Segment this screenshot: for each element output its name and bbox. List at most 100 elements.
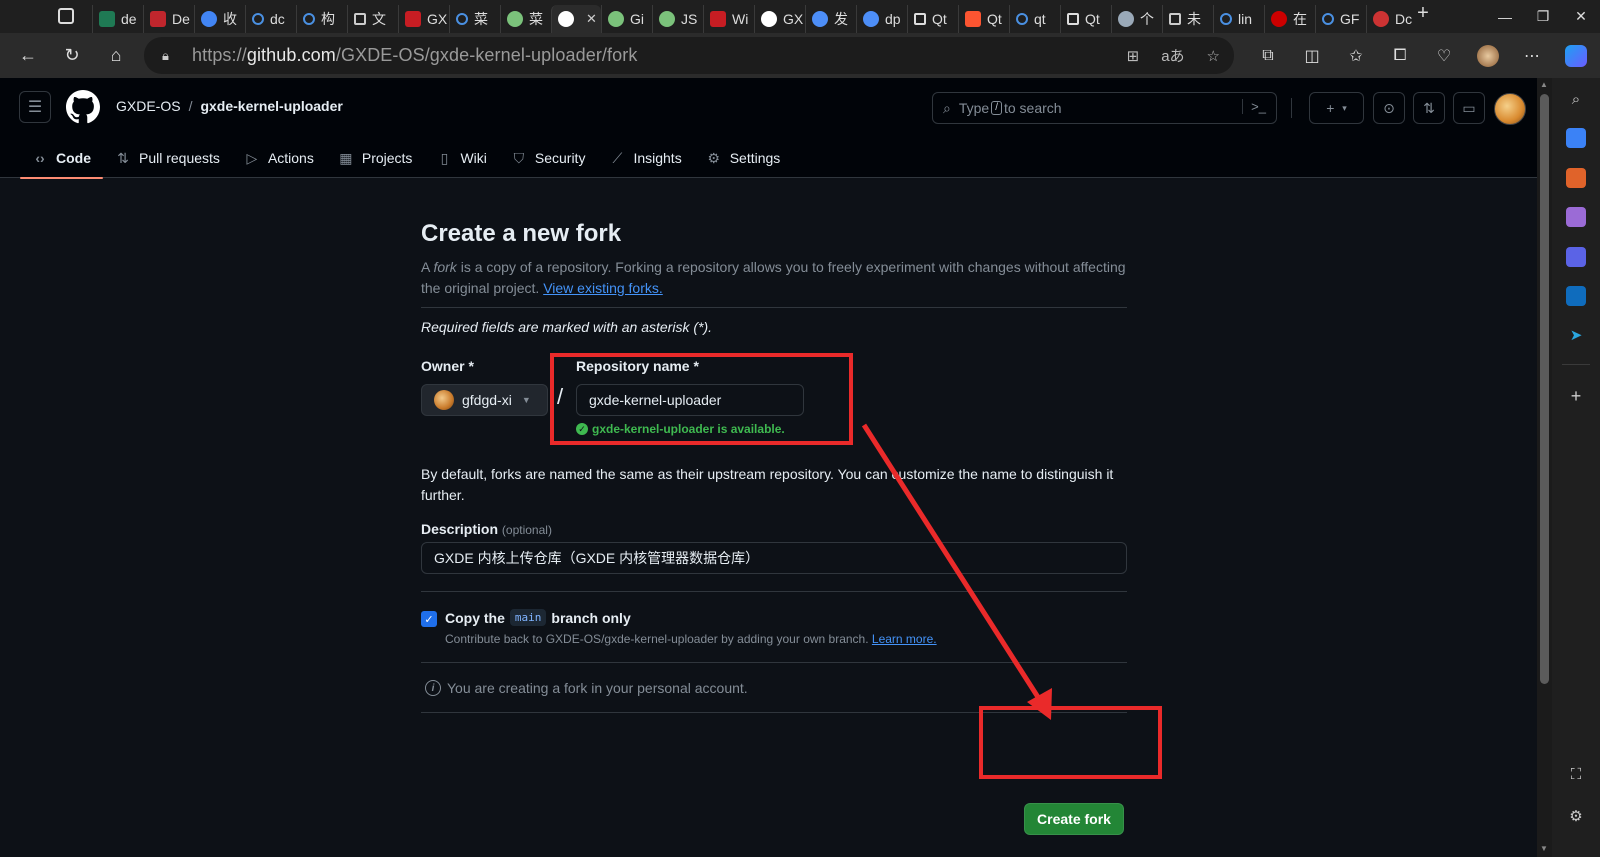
sidebar-outlook-icon[interactable] xyxy=(1566,286,1586,306)
close-tab-icon[interactable]: ✕ xyxy=(586,11,597,27)
browser-tab[interactable]: Gi xyxy=(601,4,652,33)
sidebar-shopping-icon[interactable] xyxy=(1566,128,1586,148)
sidebar-add-icon[interactable]: + xyxy=(1566,386,1586,406)
pull-requests-button[interactable]: ⇅ xyxy=(1413,92,1445,124)
sidebar-search-icon[interactable]: ⌕ xyxy=(1566,89,1586,109)
browser-tab[interactable]: lin xyxy=(1213,4,1264,33)
extensions-icon[interactable]: ⧉ xyxy=(1246,47,1290,65)
page-scrollbar[interactable]: ▲ ▼ xyxy=(1537,78,1552,857)
create-fork-button[interactable]: Create fork xyxy=(1024,803,1124,835)
more-options-icon[interactable]: ⋯ xyxy=(1510,46,1554,66)
tab-label: Wiki xyxy=(460,150,487,166)
browser-tab[interactable]: GF xyxy=(1315,4,1366,33)
collections-icon[interactable]: ⧠ xyxy=(1378,47,1422,65)
learn-more-link[interactable]: Learn more. xyxy=(872,632,937,646)
sidebar-tools-icon[interactable] xyxy=(1566,168,1586,188)
sidebar-telegram-icon[interactable]: ➤ xyxy=(1566,325,1586,345)
address-bar[interactable]: 🔒︎ https://github.com/GXDE-OS/gxde-kerne… xyxy=(144,37,1234,74)
search-icon xyxy=(1220,12,1232,25)
deepseek-icon xyxy=(863,10,879,27)
scroll-down-icon[interactable]: ▼ xyxy=(1540,844,1548,853)
tab-wiki[interactable]: ▯ Wiki xyxy=(424,138,498,178)
browser-tab[interactable]: dc xyxy=(245,4,296,33)
browser-tab[interactable]: 文 xyxy=(347,4,398,33)
browser-tab[interactable]: GX xyxy=(754,4,805,33)
browser-tab[interactable]: Wi xyxy=(703,4,754,33)
scroll-thumb[interactable] xyxy=(1540,94,1549,684)
browser-tab[interactable]: de xyxy=(92,4,143,33)
browser-tab[interactable]: GX xyxy=(398,4,449,33)
browser-tab[interactable]: 未 xyxy=(1162,4,1213,33)
browser-tab[interactable]: De xyxy=(143,4,194,33)
browser-tab[interactable]: dp xyxy=(856,4,907,33)
tab-pull-requests[interactable]: ⇅ Pull requests xyxy=(103,138,232,178)
copilot-icon[interactable] xyxy=(1554,44,1598,67)
sidebar-games-icon[interactable] xyxy=(1566,207,1586,227)
refresh-button[interactable]: ↻ xyxy=(50,37,94,73)
sidebar-copilot-icon[interactable] xyxy=(1566,247,1586,267)
search-input[interactable]: ⌕ Type / to search >_ xyxy=(932,92,1277,124)
back-button[interactable]: ← xyxy=(6,37,50,73)
browser-tab[interactable]: 构 xyxy=(296,4,347,33)
minimize-button[interactable]: — xyxy=(1486,0,1524,33)
workspaces-icon[interactable] xyxy=(58,8,74,24)
close-window-button[interactable]: ✕ xyxy=(1562,0,1600,33)
home-button[interactable]: ⌂ xyxy=(94,37,138,73)
create-new-button[interactable]: + ▾ xyxy=(1309,92,1364,124)
browser-tab[interactable]: Qt xyxy=(907,4,958,33)
new-tab-button[interactable]: + xyxy=(1406,2,1440,25)
browser-tab[interactable]: 发 xyxy=(805,4,856,33)
browser-essentials-icon[interactable]: ♡ xyxy=(1422,46,1466,66)
tab-code[interactable]: ‹› Code xyxy=(20,138,103,179)
tab-label: Security xyxy=(534,150,586,166)
browser-tab[interactable]: Qt xyxy=(958,4,1009,33)
description-input[interactable]: GXDE 内核上传仓库（GXDE 内核管理器数据仓库） xyxy=(421,542,1127,574)
tab-label: Actions xyxy=(267,150,314,166)
browser-tab[interactable]: Qt xyxy=(1060,4,1111,33)
browser-tab[interactable]: 收 xyxy=(194,4,245,33)
sidebar-screenshot-icon[interactable]: ⛶ xyxy=(1566,764,1586,784)
profile-avatar-icon[interactable] xyxy=(1466,44,1510,67)
app-available-icon[interactable]: ⊞ xyxy=(1127,47,1140,65)
split-screen-icon[interactable]: ◫ xyxy=(1290,46,1334,66)
owner-label: Owner * xyxy=(421,358,474,374)
browser-tab[interactable]: qt xyxy=(1009,4,1060,33)
browser-tab[interactable]: 菜 xyxy=(500,4,551,33)
favorite-star-icon[interactable]: ☆ xyxy=(1207,47,1220,65)
owner-select[interactable]: gfdgd-xi ▼ xyxy=(421,384,548,416)
favorites-icon[interactable]: ✩ xyxy=(1334,46,1378,66)
github-logo-icon[interactable] xyxy=(66,90,100,124)
issues-button[interactable]: ⊙ xyxy=(1373,92,1405,124)
sidebar-settings-icon[interactable]: ⚙ xyxy=(1566,806,1586,826)
inbox-button[interactable]: ▭ xyxy=(1453,92,1485,124)
lock-icon[interactable]: 🔒︎ xyxy=(162,48,178,64)
browser-tab[interactable]: 个 xyxy=(1111,4,1162,33)
pull-request-icon: ⇅ xyxy=(117,149,129,166)
search-icon: ⌕ xyxy=(943,99,951,116)
shield-icon: ⛉ xyxy=(513,149,525,166)
tab-actions[interactable]: ▷ Actions xyxy=(232,138,326,178)
scroll-up-icon[interactable]: ▲ xyxy=(1540,80,1548,89)
read-aloud-icon[interactable]: aあ xyxy=(1161,45,1184,66)
tab-security[interactable]: ⛉ Security xyxy=(499,138,598,178)
browser-tab[interactable]: 菜 xyxy=(449,4,500,33)
restore-button[interactable]: ❐ xyxy=(1524,0,1562,33)
menu-icon[interactable]: ☰ xyxy=(19,91,51,123)
browser-tab[interactable]: JS xyxy=(652,4,703,33)
tab-label: Settings xyxy=(729,150,781,166)
copy-main-branch-checkbox[interactable]: ✓ xyxy=(421,611,437,627)
video-icon xyxy=(150,10,166,27)
user-avatar[interactable] xyxy=(1494,93,1526,125)
breadcrumb-repo[interactable]: gxde-kernel-uploader xyxy=(200,98,342,114)
csdn-icon xyxy=(965,10,981,27)
breadcrumb-separator: / xyxy=(188,98,193,114)
browser-tab[interactable]: ✕ xyxy=(551,4,601,33)
command-palette-icon[interactable]: >_ xyxy=(1242,99,1266,114)
view-existing-forks-link[interactable]: View existing forks. xyxy=(543,280,663,296)
browser-tab-title: lin xyxy=(1238,10,1253,27)
tab-insights[interactable]: ⟋ Insights xyxy=(597,138,693,178)
breadcrumb-owner[interactable]: GXDE-OS xyxy=(116,98,181,114)
browser-tab[interactable]: 在 xyxy=(1264,4,1315,33)
tab-projects[interactable]: ▦ Projects xyxy=(326,138,425,178)
tab-settings[interactable]: ⚙ Settings xyxy=(694,138,793,178)
